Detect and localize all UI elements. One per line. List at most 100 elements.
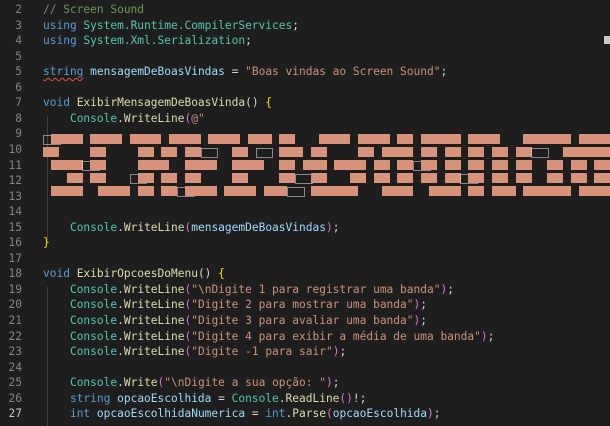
code-token: ;: [292, 18, 299, 32]
code-token: opcaoEscolhidaNumerica: [96, 407, 246, 421]
line-number: 16: [8, 236, 22, 250]
line-number: 24: [8, 360, 22, 374]
code-token: .: [117, 220, 124, 234]
code-token: ;: [332, 220, 340, 234]
ascii-art-banner: [43, 132, 610, 210]
code-text[interactable]: Console.Write("\nDigite a sua opção: ");: [43, 375, 340, 391]
code-line[interactable]: 8 Console.WriteLine(@": [0, 111, 610, 127]
code-token: Console: [69, 345, 118, 359]
ascii-block: [499, 147, 508, 157]
code-token: ExibirMensagemDeBoasVinda: [76, 96, 246, 110]
code-text[interactable]: Console.WriteLine("Digite 4 para exibir …: [43, 329, 494, 345]
code-text[interactable]: // Screen Sound: [43, 2, 144, 18]
ascii-block: [192, 173, 201, 183]
code-token: Console: [69, 220, 118, 234]
code-token: .: [117, 111, 124, 125]
line-number: 23: [8, 345, 22, 359]
code-line[interactable]: 15 Console.WriteLine(mensagemDeBoasVinda…: [0, 220, 610, 236]
code-token: {: [265, 96, 273, 110]
code-line[interactable]: 24: [0, 360, 610, 376]
ascii-block: [428, 173, 438, 183]
line-number: 26: [8, 391, 22, 405]
code-token: (: [325, 407, 333, 421]
code-token: Console: [69, 282, 118, 296]
code-line[interactable]: 19 Console.WriteLine("\nDigite 1 para re…: [0, 282, 610, 298]
code-line[interactable]: 20 Console.WriteLine("Digite 2 para most…: [0, 297, 610, 313]
code-token: opcaoEscolhida: [117, 391, 212, 405]
code-token: Write: [123, 376, 158, 390]
code-text[interactable]: Console.WriteLine("Digite 3 para avaliar…: [43, 313, 427, 329]
ascii-block: [452, 186, 461, 196]
line-number: 12: [8, 174, 22, 188]
ascii-block: [350, 186, 359, 196]
code-line[interactable]: 16}: [0, 235, 610, 251]
code-token: ExibirOpcoesDoMenu: [76, 267, 198, 281]
indent-guide: [47, 287, 48, 426]
code-text[interactable]: void ExibirOpcoesDoMenu() {: [43, 266, 225, 282]
line-number: 27: [8, 407, 22, 421]
minimap-slider[interactable]: [604, 36, 610, 44]
code-text[interactable]: Console.WriteLine(@": [43, 111, 205, 127]
code-token: ;: [440, 65, 448, 79]
code-editor[interactable]: 2 // Screen Sound 3 using System.Runtime.Co…: [0, 0, 610, 426]
ascii-block: [523, 173, 532, 183]
code-token: "Digite 3 para avaliar uma banda": [191, 314, 414, 327]
code-token: Console: [69, 111, 118, 125]
code-token: (): [339, 391, 353, 405]
code-text[interactable]: Console.WriteLine("Digite 2 para mostrar…: [43, 297, 427, 313]
ascii-block: [452, 160, 461, 170]
code-token: ): [325, 220, 333, 234]
ascii-block: [523, 160, 532, 170]
ascii-block: [499, 160, 508, 170]
ascii-block: [98, 173, 107, 183]
code-text[interactable]: string mensagemDeBoasVindas = "Boas vind…: [43, 64, 447, 80]
ascii-block: [239, 147, 249, 157]
code-line[interactable]: 25 Console.Write("\nDigite a sua opção: …: [0, 375, 610, 391]
code-line[interactable]: 21 Console.WriteLine("Digite 3 para aval…: [0, 313, 610, 329]
line-number: 21: [8, 314, 22, 327]
code-line[interactable]: 7 void ExibirMensagemDeBoasVinda() {: [0, 95, 610, 111]
code-text[interactable]: int opcaoEscolhidaNumerica = int.Parse(o…: [43, 406, 441, 422]
code-line[interactable]: 3 using System.Runtime.CompilerServices;: [0, 18, 610, 34]
code-line[interactable]: 27 int opcaoEscolhidaNumerica = int.Pars…: [0, 406, 610, 422]
code-line[interactable]: 4 using System.Xml.Serialization;: [0, 33, 610, 49]
ascii-block: [318, 173, 327, 183]
ascii-block: [428, 147, 438, 157]
code-line[interactable]: 26 string opcaoEscolhida = Console.ReadL…: [0, 391, 610, 407]
code-text[interactable]: Console.WriteLine("\nDigite 1 para regis…: [43, 282, 454, 298]
line-number: 22: [8, 329, 22, 343]
code-token: ReadLine: [285, 391, 340, 405]
code-text[interactable]: void ExibirMensagemDeBoasVinda() {: [43, 95, 272, 111]
code-token: "\nDigite a sua opção: ": [164, 376, 326, 390]
code-line[interactable]: 2 // Screen Sound: [0, 2, 610, 18]
code-line[interactable]: 5 string mensagemDeBoasVindas = "Boas vin…: [0, 64, 610, 80]
line-number: 7: [15, 96, 22, 110]
ascii-block: [255, 160, 264, 170]
ascii-block: [405, 134, 414, 144]
code-line[interactable]: 17: [0, 251, 610, 267]
ascii-block: [358, 173, 367, 183]
code-line[interactable]: 5: [0, 49, 610, 65]
ascii-block: [381, 173, 390, 183]
ascii-block: [161, 160, 170, 170]
code-text[interactable]: Console.WriteLine("Digite -1 para sair")…: [43, 344, 346, 360]
code-text[interactable]: using System.Xml.Serialization;: [43, 33, 252, 49]
code-line[interactable]: 6: [0, 80, 610, 96]
code-text[interactable]: using System.Runtime.CompilerServices;: [43, 18, 299, 34]
ascii-block: [562, 134, 571, 144]
line-number: 3: [15, 18, 22, 32]
code-line[interactable]: 22 Console.WriteLine("Digite 4 para exib…: [0, 329, 610, 345]
code-token: string: [43, 65, 84, 79]
ascii-block: [562, 186, 571, 196]
code-text[interactable]: string opcaoEscolhida = Console.ReadLine…: [43, 391, 366, 407]
code-text[interactable]: Console.WriteLine(mensagemDeBoasVindas);: [43, 220, 340, 236]
ascii-block: [318, 160, 327, 170]
ascii-block: [169, 173, 178, 183]
ascii-frame: [200, 148, 219, 158]
code-token: .: [278, 391, 286, 405]
line-number: 5: [15, 49, 22, 63]
code-token: ;: [433, 407, 441, 421]
code-token: WriteLine: [123, 345, 185, 359]
code-line[interactable]: 23 Console.WriteLine("Digite -1 para sai…: [0, 344, 610, 360]
code-line[interactable]: 18 void ExibirOpcoesDoMenu() {: [0, 266, 610, 282]
